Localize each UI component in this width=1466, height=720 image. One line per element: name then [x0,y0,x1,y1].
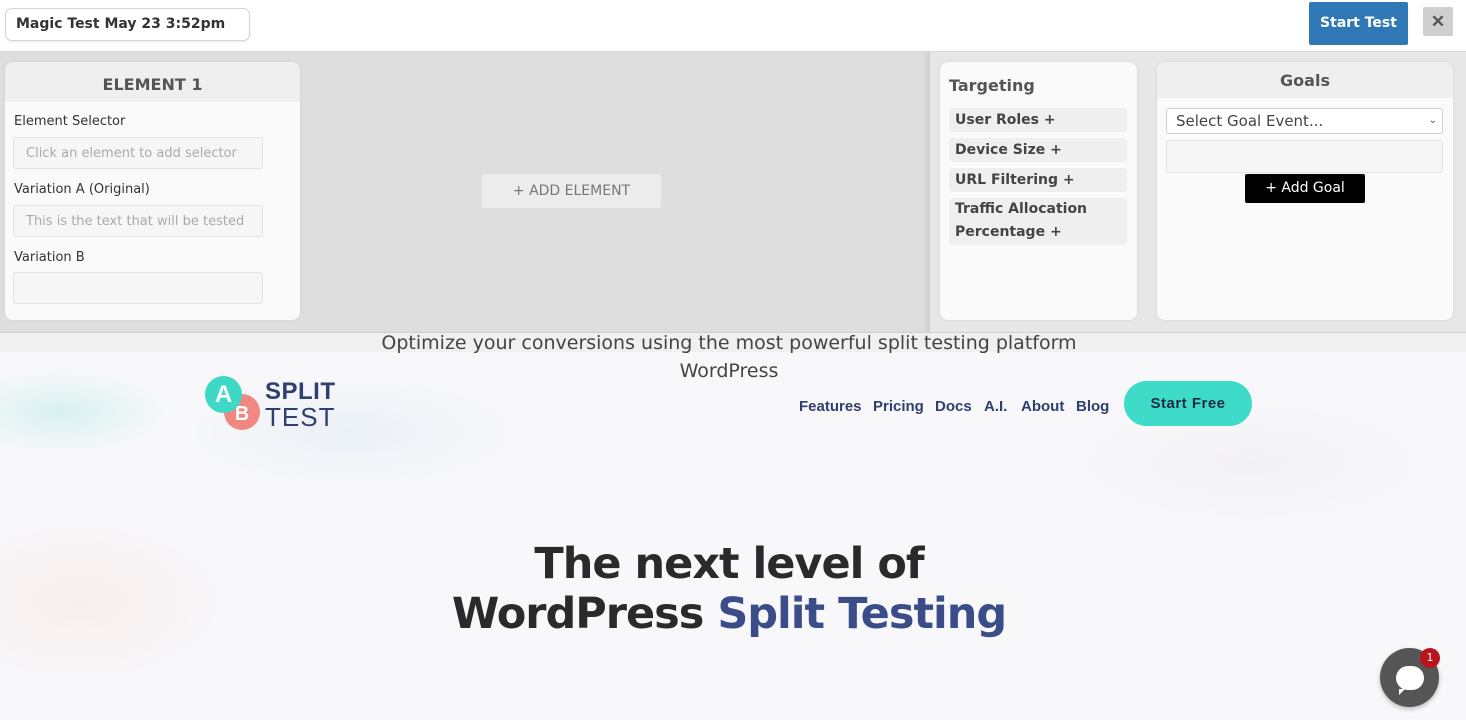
start-test-button[interactable]: Start Test [1309,2,1408,45]
target-traffic-allocation[interactable]: Traffic Allocation Percentage + [949,198,1127,245]
target-user-roles[interactable]: User Roles + [949,108,1127,132]
targeting-title: Targeting [949,76,1035,95]
goals-title: Goals [1157,62,1453,98]
element-selector-label: Element Selector [14,114,126,129]
goal-select-value: Select Goal Event... [1176,112,1324,130]
site-logo[interactable]: B A SPLIT TEST [205,376,335,432]
logo-test-text: TEST [265,402,336,432]
start-free-button[interactable]: Start Free [1124,381,1252,426]
goal-event-select[interactable]: Select Goal Event... ⌄ [1166,108,1443,134]
editor-topbar: Magic Test May 23 3:52pm Start Test ✕ [0,0,1466,52]
nav-about[interactable]: About [1021,398,1064,415]
hero-line-2-plain: WordPress [451,589,718,639]
panel-divider [922,52,930,332]
variation-a-label: Variation A (Original) [14,182,150,197]
goals-card: Goals Select Goal Event... ⌄ + Add Goal [1157,62,1453,320]
target-device-size[interactable]: Device Size + [949,138,1127,162]
nav-blog[interactable]: Blog [1076,398,1109,415]
nav-docs[interactable]: Docs [935,398,972,415]
chat-bubble-icon [1396,666,1424,695]
add-element-button[interactable]: + ADD ELEMENT [482,174,661,208]
hero-subtitle-line2: WordPress [679,360,779,382]
element-card: ELEMENT 1 Element Selector Click an elem… [5,62,300,320]
traffic-allocation-line1: Traffic Allocation [955,201,1088,217]
chevron-down-icon: ⌄ [1428,115,1437,126]
targeting-card: Targeting User Roles + Device Size + URL… [940,62,1137,320]
hero-line-1: The next level of [534,539,924,589]
chat-unread-badge: 1 [1420,648,1440,668]
hero-subtitle: Optimize your conversions using the most… [381,332,1077,354]
variation-b-input[interactable] [13,272,263,304]
traffic-allocation-line2: Percentage + [955,224,1062,240]
add-goal-button[interactable]: + Add Goal [1245,174,1365,203]
element-selector-input[interactable]: Click an element to add selector [13,137,263,169]
element-card-title: ELEMENT 1 [5,62,300,102]
nav-pricing[interactable]: Pricing [873,398,924,415]
close-icon[interactable]: ✕ [1423,7,1453,36]
target-url-filtering[interactable]: URL Filtering + [949,168,1127,192]
editor-panel-area: ELEMENT 1 Element Selector Click an elem… [0,52,1466,332]
hero-line-2: WordPress Split Testing [0,588,1458,640]
variation-a-input[interactable]: This is the text that will be tested [13,205,263,237]
variation-b-label: Variation B [14,250,85,265]
website-preview: B A SPLIT TEST Features Pricing Docs A.I… [0,352,1466,720]
nav-features[interactable]: Features [799,398,862,415]
hero-line-2-accent: Split Testing [717,589,1007,639]
nav-ai[interactable]: A.I. [984,398,1007,415]
test-name-input[interactable]: Magic Test May 23 3:52pm [5,8,250,41]
goal-input-box[interactable] [1166,140,1443,173]
